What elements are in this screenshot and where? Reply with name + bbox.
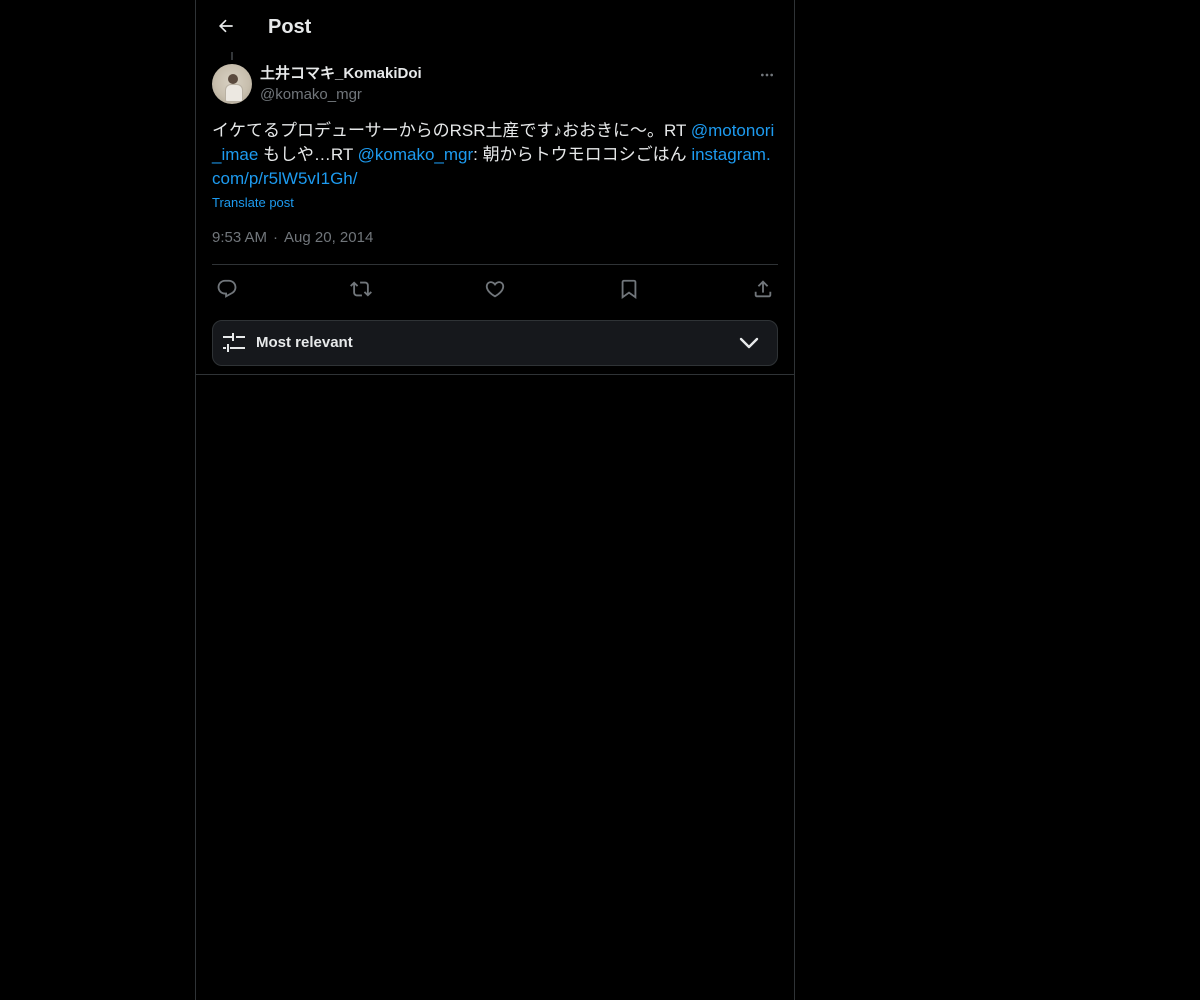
chevron-down-icon xyxy=(739,337,759,349)
post-text-part: もしや…RT xyxy=(258,145,358,164)
heart-icon xyxy=(485,281,505,298)
avatar-figure-body xyxy=(225,84,243,102)
author-row: 土井コマキ_KomakiDoi @komako_mgr xyxy=(212,64,778,106)
author-display-name[interactable]: 土井コマキ_KomakiDoi xyxy=(260,64,422,84)
more-horizontal-icon xyxy=(761,73,773,77)
share-button[interactable] xyxy=(748,276,778,302)
repost-button[interactable] xyxy=(346,276,376,302)
reply-button[interactable] xyxy=(212,276,242,302)
repost-icon xyxy=(350,281,372,297)
reply-sort-dropdown[interactable]: Most relevant xyxy=(212,320,778,366)
translate-post-link[interactable]: Translate post xyxy=(212,194,294,212)
share-icon xyxy=(754,280,772,298)
bookmark-icon xyxy=(621,279,637,300)
post-detail-column: Post 土井コマキ_KomakiDoi @komako_mgr イケてるプロデ… xyxy=(195,0,795,1000)
arrow-left-icon xyxy=(218,19,233,33)
section-divider xyxy=(196,374,794,375)
divider xyxy=(212,264,778,265)
post-time: 9:53 AM xyxy=(212,229,268,246)
post-text-part: イケてるプロデューサーからのRSR土産です♪おおきに〜。RT xyxy=(212,121,691,140)
avatar[interactable] xyxy=(212,64,252,104)
page-title: Post xyxy=(268,16,312,38)
author-handle[interactable]: @komako_mgr xyxy=(260,85,362,105)
avatar-figure-head xyxy=(228,74,238,84)
tune-icon xyxy=(223,333,245,352)
page-header: Post xyxy=(196,0,794,53)
post-text-part: : 朝からトウモロコシごはん xyxy=(473,145,692,164)
action-bar xyxy=(212,274,778,302)
post-timestamp[interactable]: 9:53 AM · Aug 20, 2014 xyxy=(212,228,373,248)
more-options-button[interactable] xyxy=(756,64,778,86)
like-button[interactable] xyxy=(480,276,510,302)
bookmark-button[interactable] xyxy=(614,276,644,302)
back-button[interactable] xyxy=(208,8,244,44)
mention-link[interactable]: @komako_mgr xyxy=(358,145,474,164)
post-text: イケてるプロデューサーからのRSR土産です♪おおきに〜。RT @motonori… xyxy=(212,119,778,191)
sort-label: Most relevant xyxy=(256,334,353,351)
meta-separator: · xyxy=(273,229,279,246)
reply-icon xyxy=(217,279,237,298)
post-date: Aug 20, 2014 xyxy=(284,229,374,246)
thread-connector-line xyxy=(231,52,233,60)
